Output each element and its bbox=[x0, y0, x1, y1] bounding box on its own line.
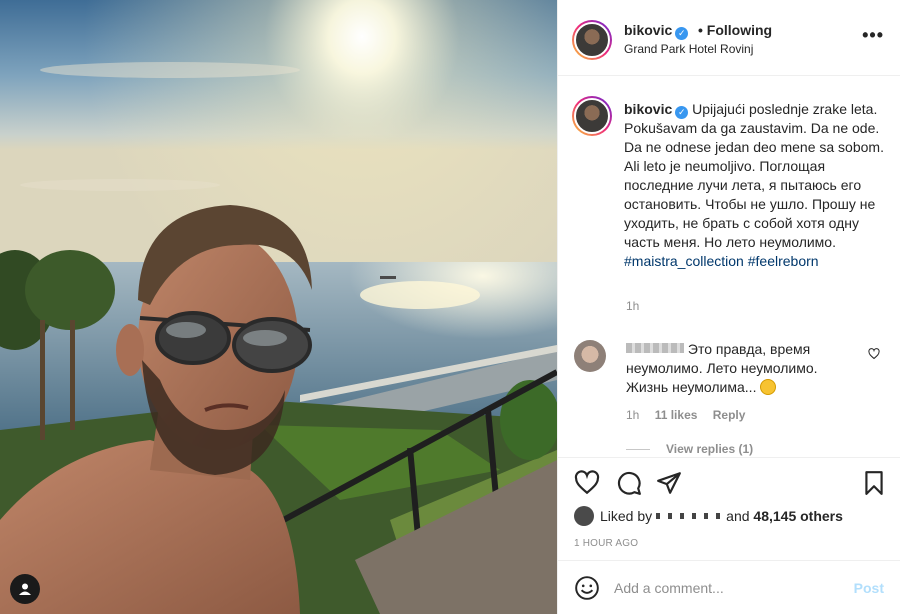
comment-meta: 1h 11 likes Reply bbox=[626, 408, 757, 422]
comment-time[interactable]: 1h bbox=[626, 408, 639, 422]
hashtag-link[interactable]: #maistra_collection bbox=[624, 253, 744, 269]
verified-badge-icon: ✓ bbox=[675, 106, 689, 119]
verified-badge-icon: ✓ bbox=[675, 27, 689, 40]
comment-like-heart-icon[interactable] bbox=[868, 348, 880, 360]
hashtags: #maistra_collection #feelreborn bbox=[624, 252, 884, 271]
author-username[interactable]: bikovic ✓ bbox=[624, 22, 689, 40]
view-replies-button[interactable]: View replies (1) bbox=[626, 442, 753, 456]
more-options-icon[interactable]: ••• bbox=[862, 26, 884, 44]
following-button[interactable]: • Following bbox=[698, 22, 772, 38]
liker-username-redacted[interactable] bbox=[656, 513, 723, 519]
comment-icon[interactable] bbox=[616, 470, 642, 496]
likes-count[interactable]: 48,145 others bbox=[753, 508, 843, 524]
comment-likes[interactable]: 11 likes bbox=[655, 408, 698, 422]
caption-text: bikovic ✓ Upijajući poslednje zrake leta.… bbox=[624, 100, 884, 271]
share-paper-plane-icon[interactable] bbox=[656, 470, 682, 496]
selfie-image bbox=[0, 0, 557, 614]
caption-username[interactable]: bikovic bbox=[624, 101, 672, 117]
like-heart-icon[interactable] bbox=[574, 470, 600, 496]
view-replies-label: View replies (1) bbox=[666, 442, 754, 456]
likes-summary[interactable]: Liked by and 48,145 others bbox=[574, 506, 890, 526]
comments-section[interactable]: bikovic ✓ Upijajući poslednje zrake leta.… bbox=[558, 76, 900, 458]
post-photo[interactable] bbox=[0, 0, 557, 614]
likes-prefix: Liked by bbox=[600, 508, 653, 524]
caption-timestamp[interactable]: 1h bbox=[626, 299, 639, 313]
post-timestamp[interactable]: 1 HOUR AGO bbox=[574, 538, 638, 549]
commenter-avatar[interactable] bbox=[574, 340, 606, 372]
replies-divider bbox=[626, 449, 650, 451]
caption-body: Upijajući poslednje zrake leta. Pokušava… bbox=[624, 101, 884, 250]
caption-avatar[interactable] bbox=[572, 96, 612, 136]
likes-and: and bbox=[726, 508, 750, 524]
hashtag-link[interactable]: #feelreborn bbox=[748, 253, 819, 269]
user-icon bbox=[19, 583, 31, 595]
save-bookmark-icon[interactable] bbox=[861, 470, 887, 496]
post-header: bikovic ✓ • Following Grand Park Hotel Ro… bbox=[558, 0, 900, 76]
tagged-users-button[interactable] bbox=[10, 574, 40, 604]
author-avatar[interactable] bbox=[572, 20, 612, 60]
post-comment-button[interactable]: Post bbox=[854, 580, 884, 596]
commenter-username-redacted[interactable] bbox=[626, 343, 684, 353]
comment-reply-button[interactable]: Reply bbox=[713, 408, 746, 422]
comment-input[interactable] bbox=[614, 577, 834, 599]
location-link[interactable]: Grand Park Hotel Rovinj bbox=[624, 42, 753, 56]
post-details-panel: bikovic ✓ • Following Grand Park Hotel Ro… bbox=[557, 0, 900, 614]
liker-avatar[interactable] bbox=[574, 506, 594, 526]
emoji-icon[interactable] bbox=[574, 575, 600, 601]
action-bar bbox=[558, 462, 900, 502]
smiley-emoji-icon bbox=[760, 379, 777, 395]
comment-text: Это правда, время неумолимо. Лето неумол… bbox=[626, 340, 856, 397]
add-comment-bar: Post bbox=[558, 560, 900, 614]
